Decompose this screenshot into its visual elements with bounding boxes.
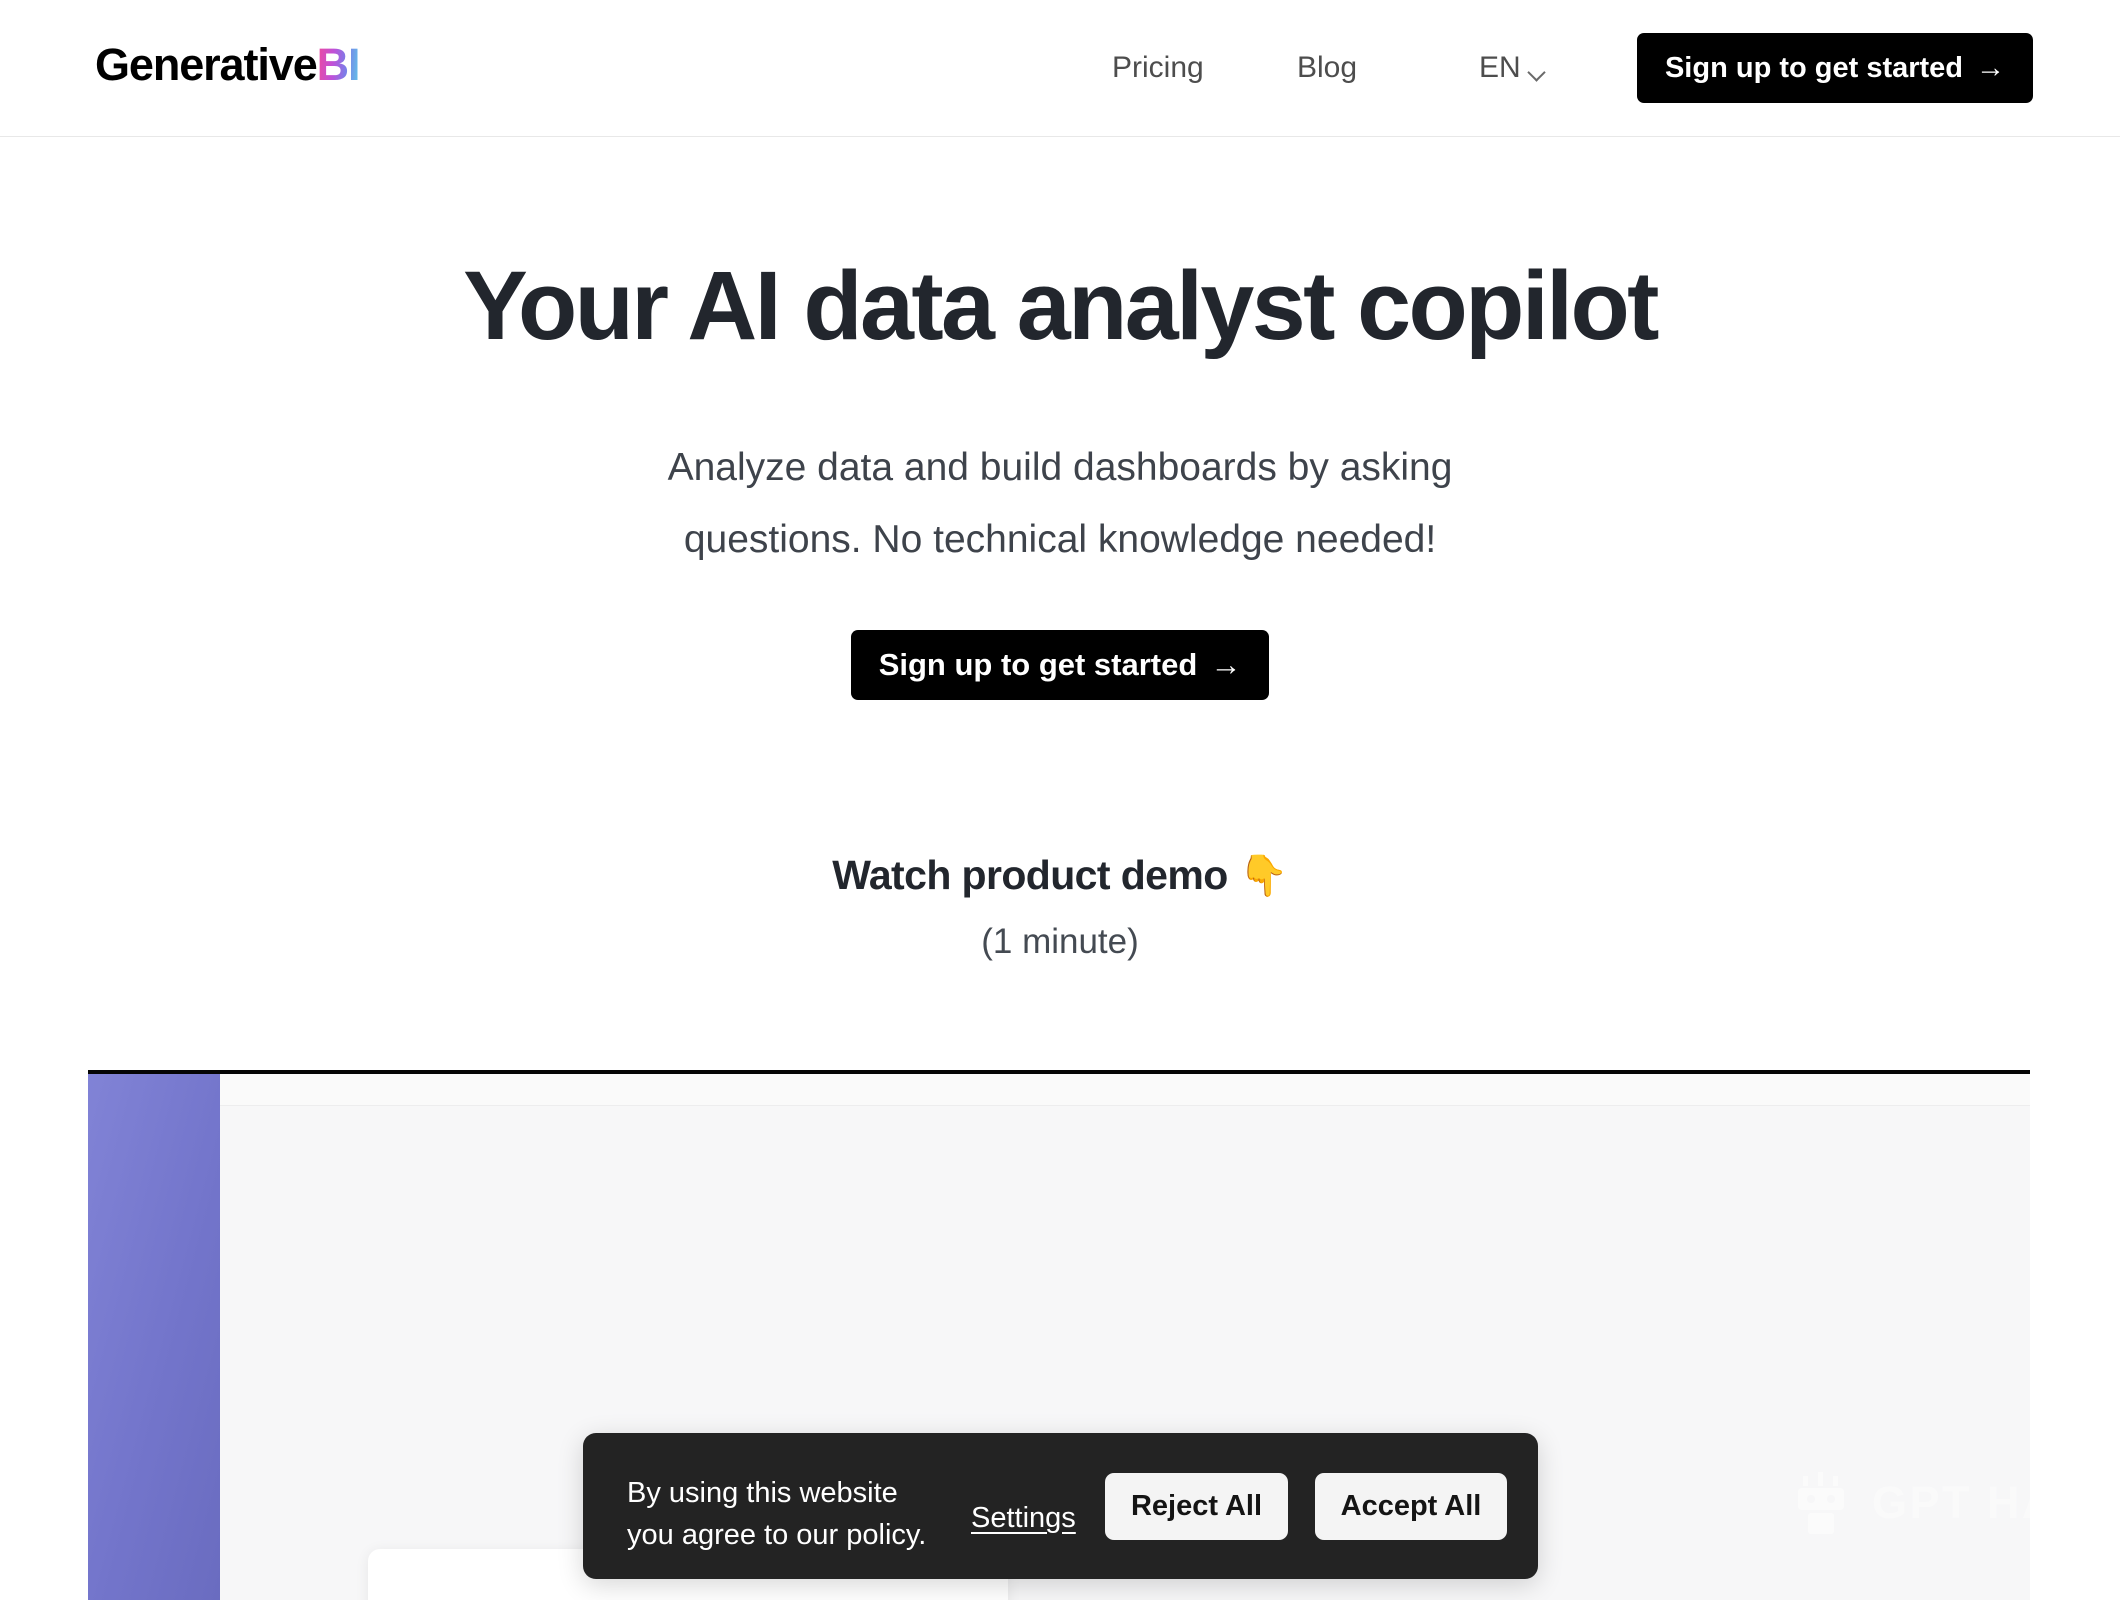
- hero-subtitle-line-2: questions. No technical knowledge needed…: [683, 518, 1437, 561]
- app-sidebar-preview: [88, 1074, 220, 1600]
- arrow-right-icon: →: [1976, 51, 2006, 84]
- robot-icon: [1798, 1472, 1844, 1534]
- watermark: GPT HACK: [1792, 1472, 2030, 1534]
- cookie-consent-text: By using this website you agree to our p…: [627, 1472, 926, 1556]
- dashboard-card-label: Last 30: [406, 1595, 530, 1600]
- demo-duration: (1 minute): [981, 922, 1139, 961]
- logo-accent-text: BI: [316, 39, 361, 90]
- nav-item-blog[interactable]: Blog: [1297, 48, 1357, 88]
- logo[interactable]: GenerativeBI: [95, 36, 361, 94]
- hero-title: Your AI data analyst copilot: [463, 251, 1659, 360]
- hero-signup-label: Sign up to get started: [878, 647, 1198, 682]
- pointing-down-icon: 👇: [1238, 854, 1288, 898]
- arrow-right-icon: →: [1210, 647, 1242, 682]
- nav-item-pricing[interactable]: Pricing: [1112, 48, 1204, 88]
- header-signup-label: Sign up to get started: [1664, 51, 1964, 84]
- cookie-accept-all-button[interactable]: Accept All: [1315, 1473, 1507, 1540]
- cookie-reject-all-button[interactable]: Reject All: [1105, 1473, 1288, 1540]
- cookie-text-line-2: you agree to our policy.: [627, 1519, 927, 1551]
- cookie-settings-link[interactable]: Settings: [971, 1499, 1076, 1537]
- cookie-text-line-1: By using this website: [627, 1477, 898, 1509]
- landing-page: GenerativeBI Pricing Blog EN Sign up to …: [0, 0, 2120, 1600]
- language-selector-label: EN: [1479, 51, 1521, 84]
- header-signup-button[interactable]: Sign up to get started →: [1637, 33, 2033, 103]
- demo-heading: Watch product demo 👇: [0, 848, 2120, 903]
- hero-subtitle-line-1: Analyze data and build dashboards by ask…: [667, 446, 1453, 489]
- chevron-down-icon: [1528, 66, 1548, 77]
- site-header: GenerativeBI Pricing Blog EN Sign up to …: [0, 0, 2120, 137]
- hero-subtitle: Analyze data and build dashboards by ask…: [0, 432, 2120, 576]
- watermark-text: GPT HACK: [1872, 1477, 2030, 1528]
- logo-primary-text: Generative: [95, 39, 318, 90]
- app-toolbar-preview: [220, 1074, 2030, 1106]
- demo-heading-text: Watch product demo: [832, 852, 1228, 898]
- hero-signup-button[interactable]: Sign up to get started →: [851, 630, 1269, 700]
- language-selector[interactable]: EN: [1479, 48, 1548, 88]
